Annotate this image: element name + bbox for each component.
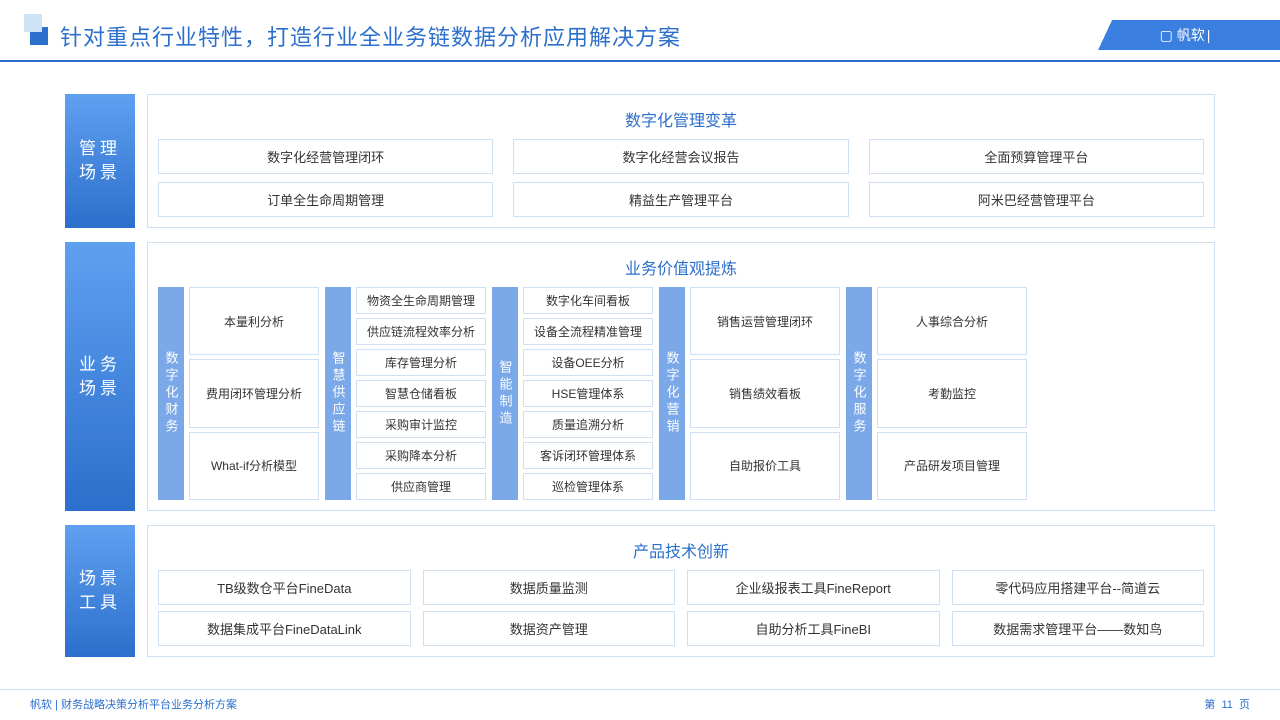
biz-item: 销售运营管理闭环	[690, 287, 840, 355]
biz-item: 考勤监控	[877, 359, 1027, 427]
biz-col-finance: 数字化财务 本量利分析 费用闭环管理分析 What-if分析模型	[158, 287, 319, 500]
manage-cell: 阿米巴经营管理平台	[869, 182, 1204, 217]
section-label-tools: 场景 工具	[65, 525, 135, 657]
biz-item: 采购降本分析	[356, 442, 486, 469]
brand-badge: ▢帆软|	[1090, 20, 1280, 50]
tools-cell: 零代码应用搭建平台--简道云	[952, 570, 1205, 605]
biz-item: 供应商管理	[356, 473, 486, 500]
biz-item: 物资全生命周期管理	[356, 287, 486, 314]
biz-item: 人事综合分析	[877, 287, 1027, 355]
section-label-biz: 业务 场景	[65, 242, 135, 511]
title-bullet-shadow	[24, 14, 42, 32]
biz-item: 产品研发项目管理	[877, 432, 1027, 500]
biz-col-supply: 智慧供应链 物资全生命周期管理 供应链流程效率分析 库存管理分析 智慧仓储看板 …	[325, 287, 486, 500]
biz-item: 本量利分析	[189, 287, 319, 355]
biz-item: 自助报价工具	[690, 432, 840, 500]
section-title-manage: 数字化管理变革	[158, 101, 1204, 139]
biz-vlabel-supply: 智慧供应链	[325, 287, 351, 500]
biz-item: 客诉闭环管理体系	[523, 442, 653, 469]
tools-cell: TB级数仓平台FineData	[158, 570, 411, 605]
manage-cell: 数字化经营会议报告	[513, 139, 848, 174]
biz-vlabel-mfg: 智能制造	[492, 287, 518, 500]
section-title-tools: 产品技术创新	[158, 532, 1204, 570]
biz-col-sales: 数字化营销 销售运营管理闭环 销售绩效看板 自助报价工具	[659, 287, 840, 500]
footer: 帆软 | 财务战略决策分析平台业务分析方案 第 11 页	[0, 689, 1280, 720]
manage-cell: 订单全生命周期管理	[158, 182, 493, 217]
biz-col-service: 数字化服务 人事综合分析 考勤监控 产品研发项目管理	[846, 287, 1027, 500]
tools-cell: 数据集成平台FineDataLink	[158, 611, 411, 646]
biz-item: 费用闭环管理分析	[189, 359, 319, 427]
page-number: 第 11 页	[1204, 696, 1250, 712]
section-label-manage: 管理 场景	[65, 94, 135, 228]
manage-cell: 数字化经营管理闭环	[158, 139, 493, 174]
section-title-biz: 业务价值观提炼	[158, 249, 1204, 287]
manage-cell: 全面预算管理平台	[869, 139, 1204, 174]
tools-cell: 企业级报表工具FineReport	[687, 570, 940, 605]
section-manage: 管理 场景 数字化管理变革 数字化经营管理闭环 数字化经营会议报告 全面预算管理…	[65, 94, 1215, 228]
page-title: 针对重点行业特性，打造行业全业务链数据分析应用解决方案	[60, 20, 681, 52]
biz-vlabel-service: 数字化服务	[846, 287, 872, 500]
tools-cell: 自助分析工具FineBI	[687, 611, 940, 646]
biz-item: 数字化车间看板	[523, 287, 653, 314]
biz-item: 采购审计监控	[356, 411, 486, 438]
tools-cell: 数据资产管理	[423, 611, 676, 646]
biz-item: 巡检管理体系	[523, 473, 653, 500]
biz-item: What-if分析模型	[189, 432, 319, 500]
footer-text: 帆软 | 财务战略决策分析平台业务分析方案	[30, 696, 237, 712]
manage-cell: 精益生产管理平台	[513, 182, 848, 217]
tools-cell: 数据质量监测	[423, 570, 676, 605]
tools-cell: 数据需求管理平台——数知鸟	[952, 611, 1205, 646]
biz-item: 智慧仓储看板	[356, 380, 486, 407]
biz-item: 供应链流程效率分析	[356, 318, 486, 345]
biz-item: 设备OEE分析	[523, 349, 653, 376]
biz-vlabel-sales: 数字化营销	[659, 287, 685, 500]
biz-item: HSE管理体系	[523, 380, 653, 407]
biz-item: 质量追溯分析	[523, 411, 653, 438]
biz-item: 销售绩效看板	[690, 359, 840, 427]
biz-col-mfg: 智能制造 数字化车间看板 设备全流程精准管理 设备OEE分析 HSE管理体系 质…	[492, 287, 653, 500]
section-biz: 业务 场景 业务价值观提炼 数字化财务 本量利分析 费用闭环管理分析 What-…	[65, 242, 1215, 511]
section-tools: 场景 工具 产品技术创新 TB级数仓平台FineData 数据质量监测 企业级报…	[65, 525, 1215, 657]
biz-vlabel-finance: 数字化财务	[158, 287, 184, 500]
biz-item: 库存管理分析	[356, 349, 486, 376]
biz-item: 设备全流程精准管理	[523, 318, 653, 345]
